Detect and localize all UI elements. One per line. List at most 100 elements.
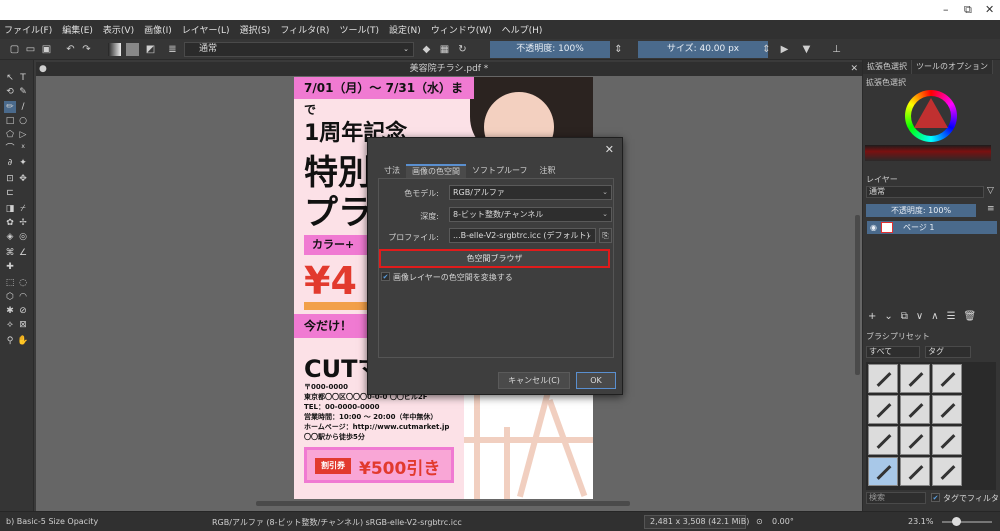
menu-window[interactable]: ウィンドウ(W) <box>431 23 492 36</box>
text-tool-icon[interactable]: T <box>17 72 29 84</box>
chevron-down-icon[interactable]: ⌄ <box>884 311 892 325</box>
gradient-tool-icon[interactable]: ◨ <box>4 203 16 215</box>
menu-edit[interactable]: 編集(E) <box>62 23 93 36</box>
brush-preset[interactable] <box>900 364 930 393</box>
layer-row-page-1[interactable]: ◉ ページ 1 <box>867 221 997 234</box>
menu-icon[interactable]: ≡ <box>987 204 995 214</box>
color-wheel[interactable] <box>905 90 957 142</box>
profile-select[interactable]: ...B-elle-V2-srgbtrc.icc (デフォルト) ⌄ <box>449 228 596 243</box>
rectangle-tool-icon[interactable]: □ <box>4 115 16 127</box>
restore-button[interactable]: ⧉ <box>964 3 972 17</box>
horizontal-scrollbar[interactable] <box>256 501 630 506</box>
size-spin-icon[interactable]: ⇕ <box>760 43 773 56</box>
mirror-vertical-icon[interactable]: ▼ <box>800 43 813 56</box>
wrap-icon[interactable]: ⊥ <box>830 43 843 56</box>
ok-button[interactable]: OK <box>576 372 616 389</box>
brush-preset[interactable] <box>868 364 898 393</box>
zoom-tool-icon[interactable]: ⚲ <box>4 335 16 347</box>
minimize-button[interactable]: – <box>943 3 949 16</box>
convert-layers-checkbox[interactable]: ✔ <box>381 272 390 281</box>
enclose-fill-icon[interactable]: ◎ <box>17 231 29 243</box>
smart-patch-icon[interactable]: ✢ <box>17 217 29 229</box>
menu-image[interactable]: 画像(I) <box>144 23 172 36</box>
blend-mode-select[interactable]: 通常 ⌄ <box>184 42 414 57</box>
brush-settings-icon[interactable]: ≣ <box>166 43 179 56</box>
brush-preset[interactable] <box>932 426 962 455</box>
layer-blend-select[interactable]: 通常 <box>866 186 984 198</box>
undo-icon[interactable]: ↶ <box>64 43 77 56</box>
preserve-alpha-icon[interactable]: ▦ <box>438 43 451 56</box>
menu-file[interactable]: ファイル(F) <box>4 23 52 36</box>
mirror-horizontal-icon[interactable]: ▶ <box>778 43 791 56</box>
redo-icon[interactable]: ↷ <box>80 43 93 56</box>
fill-tool-icon[interactable]: ◈ <box>4 231 16 243</box>
colorize-mask-icon[interactable]: ✿ <box>4 217 16 229</box>
fg-bg-color-icon[interactable]: ◩ <box>144 43 157 56</box>
multibrush-icon[interactable]: ✦ <box>17 157 29 169</box>
duplicate-layer-icon[interactable]: ⧉ <box>901 311 908 325</box>
similar-select-icon[interactable]: ⊘ <box>17 305 29 317</box>
freehand-select-icon[interactable]: ◠ <box>17 291 29 303</box>
depth-select[interactable]: 8-ビット整数/チャンネル ⌄ <box>449 207 612 222</box>
dynamic-brush-icon[interactable]: ∂ <box>4 157 16 169</box>
import-profile-icon[interactable]: ⎘ <box>599 228 612 243</box>
magic-wand-icon[interactable]: ✱ <box>4 305 16 317</box>
menu-layer[interactable]: レイヤー(L) <box>182 23 230 36</box>
color-triangle[interactable] <box>914 98 948 128</box>
assistant-tool-icon[interactable]: ⌘ <box>4 247 16 259</box>
brush-preset[interactable] <box>900 426 930 455</box>
brush-preset[interactable] <box>900 395 930 424</box>
ellipse-select-icon[interactable]: ◌ <box>17 277 29 289</box>
polygon-select-icon[interactable]: ⬡ <box>4 291 16 303</box>
freehand-path-icon[interactable]: ᕁ <box>17 143 29 155</box>
pan-tool-icon[interactable]: ✋ <box>17 335 29 347</box>
menu-filter[interactable]: フィルタ(R) <box>280 23 329 36</box>
polyline-tool-icon[interactable]: ▷ <box>17 129 29 141</box>
move-down-icon[interactable]: ∨ <box>916 311 923 325</box>
pattern-icon[interactable] <box>126 43 139 56</box>
line-tool-icon[interactable]: / <box>17 101 29 113</box>
edit-shapes-icon[interactable]: ⟲ <box>4 86 16 98</box>
menu-help[interactable]: ヘルプ(H) <box>502 23 543 36</box>
brush-preset[interactable] <box>932 457 962 486</box>
tab-tool-options[interactable]: ツールのオプション <box>912 60 993 74</box>
color-gradient-strip[interactable] <box>865 145 991 161</box>
magnetic-select-icon[interactable]: ⊠ <box>17 319 29 331</box>
rect-select-icon[interactable]: ⬚ <box>4 277 16 289</box>
ellipse-tool-icon[interactable]: ○ <box>17 115 29 127</box>
move-up-icon[interactable]: ∧ <box>931 311 938 325</box>
calligraphy-icon[interactable]: ✎ <box>17 86 29 98</box>
vertical-scrollbar[interactable] <box>855 215 860 375</box>
cancel-button[interactable]: キャンセル(C) <box>498 372 570 389</box>
menu-settings[interactable]: 設定(N) <box>389 23 421 36</box>
brush-preset[interactable] <box>868 395 898 424</box>
delete-layer-icon[interactable]: 🗑 <box>964 311 977 325</box>
reload-preset-icon[interactable]: ↻ <box>456 43 469 56</box>
select-shapes-icon[interactable]: ↖ <box>4 72 16 84</box>
rotation-icon[interactable]: ⊙ <box>756 517 763 526</box>
menu-tools[interactable]: ツール(T) <box>339 23 379 36</box>
brush-preset-selected[interactable] <box>868 457 898 486</box>
document-tab[interactable]: 美容院チラシ.pdf * ● ✕ <box>36 62 862 76</box>
reference-tool-icon[interactable]: ✚ <box>4 261 16 273</box>
opacity-slider[interactable]: 不透明度: 100% <box>490 41 610 58</box>
tab-dimensions[interactable]: 寸法 <box>378 164 406 178</box>
filter-icon[interactable]: ▽ <box>987 186 994 196</box>
layer-properties-icon[interactable]: ☰ <box>947 311 956 325</box>
color-model-select[interactable]: RGB/アルファ ⌄ <box>449 185 612 200</box>
brush-search-input[interactable]: 検索 <box>866 492 926 504</box>
brush-preset[interactable] <box>932 364 962 393</box>
transform-tool-icon[interactable]: ⊏ <box>4 187 16 199</box>
tab-annotations[interactable]: 注釈 <box>534 164 562 178</box>
color-space-browser-button[interactable]: 色空間ブラウザ <box>379 249 610 268</box>
move-tool-icon[interactable]: ✥ <box>17 173 29 185</box>
opacity-spin-icon[interactable]: ⇕ <box>612 43 625 56</box>
bezier-tool-icon[interactable]: ⌒ <box>4 143 16 155</box>
open-document-icon[interactable]: ▭ <box>24 43 37 56</box>
layer-opacity-slider[interactable]: 不透明度: 100% <box>866 204 976 217</box>
add-layer-icon[interactable]: + <box>868 311 876 325</box>
brush-preset[interactable] <box>900 457 930 486</box>
zoom-slider[interactable] <box>942 521 992 523</box>
close-window-button[interactable]: ✕ <box>985 3 994 16</box>
crop-tool-icon[interactable]: ⊡ <box>4 173 16 185</box>
